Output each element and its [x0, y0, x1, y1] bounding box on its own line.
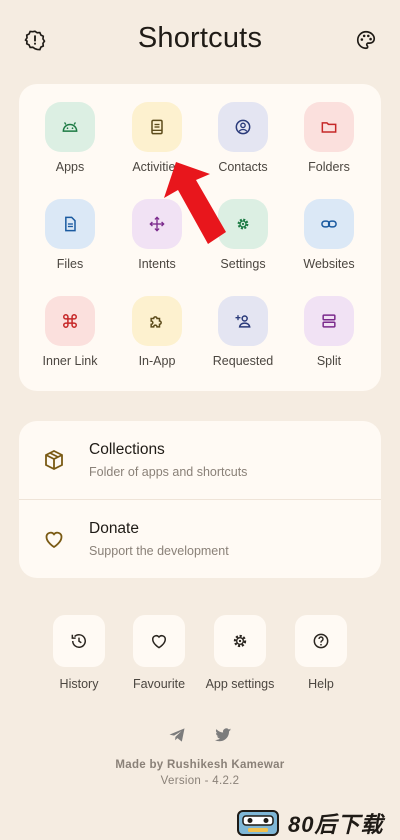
bottom-label: History	[59, 677, 99, 691]
command-key-icon	[45, 296, 95, 346]
grid-item-inner-link[interactable]: Inner Link	[27, 278, 113, 368]
version-text: Version - 4.2.2	[160, 775, 240, 787]
grid-item-requested[interactable]: Requested	[200, 278, 286, 368]
favourite-button[interactable]: Favourite	[119, 615, 199, 695]
puzzle-icon	[132, 296, 182, 346]
link-icon	[304, 199, 354, 249]
telegram-icon[interactable]	[166, 724, 188, 746]
twitter-icon[interactable]	[212, 724, 234, 746]
grid-item-websites[interactable]: Websites	[286, 181, 372, 271]
watermark-logo-icon	[237, 810, 279, 836]
grid-item-label: Split	[316, 354, 342, 368]
heart-outline-icon	[41, 526, 67, 552]
document-icon	[132, 102, 182, 152]
android-icon	[45, 102, 95, 152]
watermark: 80后下载	[236, 806, 400, 840]
history-button[interactable]: History	[39, 615, 119, 695]
list-item-subtitle: Folder of apps and shortcuts	[89, 465, 248, 479]
grid-item-split[interactable]: Split	[286, 278, 372, 368]
grid-item-in-app[interactable]: In-App	[114, 278, 200, 368]
list-item-title: Collections	[89, 441, 165, 458]
page-title: Shortcuts	[137, 22, 263, 54]
person-add-icon	[218, 296, 268, 346]
list-item-title: Donate	[89, 520, 139, 537]
top-app-bar: Shortcuts	[0, 0, 400, 80]
bottom-label: Favourite	[132, 677, 186, 691]
grid-item-label: Apps	[55, 160, 85, 174]
help-button[interactable]: Help	[281, 615, 361, 695]
list-item-subtitle: Support the development	[89, 544, 229, 558]
palette-icon[interactable]	[354, 28, 378, 52]
list-card: Collections Folder of apps and shortcuts…	[19, 421, 381, 578]
bottom-label: App settings	[205, 677, 275, 691]
watermark-text: 80后下载	[288, 812, 384, 837]
grid-item-label: Folders	[308, 160, 350, 174]
split-view-icon	[304, 296, 354, 346]
grid-item-label: Websites	[303, 257, 355, 271]
grid-item-label: Intents	[138, 257, 176, 271]
grid-item-files[interactable]: Files	[27, 181, 113, 271]
history-icon	[53, 615, 105, 667]
bottom-label: Help	[308, 677, 334, 691]
grid-item-label: Inner Link	[42, 354, 98, 368]
box-icon	[41, 447, 67, 473]
grid-item-folders[interactable]: Folders	[286, 84, 372, 174]
grid-item-label: Files	[56, 257, 84, 271]
grid-item-label: Requested	[212, 354, 274, 368]
app-settings-icon	[214, 615, 266, 667]
grid-item-label: Settings	[220, 257, 266, 271]
grid-item-label: In-App	[138, 354, 176, 368]
file-icon	[45, 199, 95, 249]
heart-icon	[133, 615, 185, 667]
folder-icon	[304, 102, 354, 152]
red-arrow-annotation	[164, 162, 226, 244]
app-settings-button[interactable]: App settings	[200, 615, 280, 695]
made-by-text: Made by Rushikesh Kamewar	[115, 759, 285, 771]
grid-item-apps[interactable]: Apps	[27, 84, 113, 174]
list-item-donate[interactable]: Donate Support the development	[19, 500, 381, 578]
list-item-collections[interactable]: Collections Folder of apps and shortcuts	[19, 421, 381, 500]
account-circle-icon	[218, 102, 268, 152]
help-icon	[295, 615, 347, 667]
